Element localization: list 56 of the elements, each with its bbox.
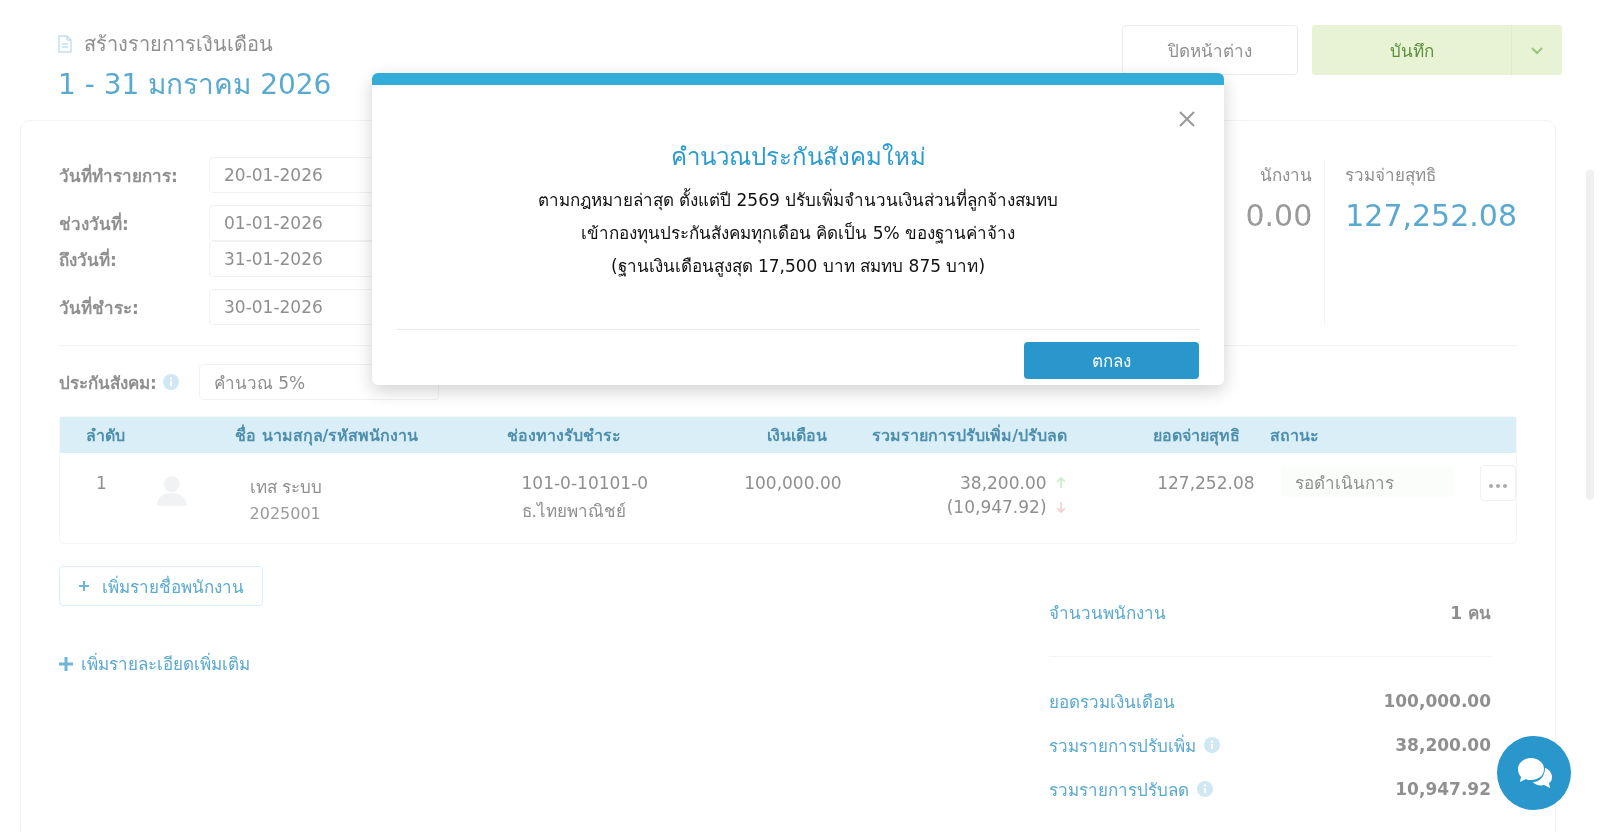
page-title: สร้างรายการเงินเดือน: [84, 31, 273, 58]
arrow-up-icon: [1054, 477, 1067, 489]
close-window-button[interactable]: ปิดหน้าต่าง: [1122, 25, 1298, 75]
employee-name: เทส ระบบ: [249, 476, 323, 499]
save-button[interactable]: บันทึก: [1312, 25, 1512, 75]
info-icon: [162, 374, 179, 390]
modal-title: คำนวณประกันสังคมใหม่: [669, 142, 927, 173]
table-cell-text: 1: [95, 473, 108, 493]
modal-text: เข้ากองทุนประกันสังคมทุกเดือน คิดเป็น 5% ของฐานค่าจ้าง: [580, 221, 1016, 246]
ellipsis-icon: [1489, 483, 1508, 488]
status-badge: รอดำเนินการ: [1280, 467, 1455, 497]
column-header: ชื่อ นามสกุล/รหัสพนักงาน: [235, 423, 420, 448]
modal-text: ตามกฎหมายล่าสุด ตั้งแต่ปี 2569 ปรับเพิ่มจำนวนเงินส่วนที่ลูกจ้างสมทบ: [537, 187, 1059, 213]
column-header: เงินเดือน: [766, 424, 827, 447]
payroll-period: 1 - 31 มกราคม 2026: [58, 67, 332, 103]
document-icon: [58, 35, 72, 53]
modal-text: (ฐานเงินเดือนสูงสุด 17,500 บาท สมทบ 875 บาท): [610, 255, 986, 279]
column-header: รวมรายการปรับเพิ่ม/ปรับลด: [871, 423, 1067, 447]
more-button[interactable]: [1480, 465, 1516, 501]
field-label: วันที่ทำรายการ:: [59, 163, 179, 188]
increase-amount: 38,200.00: [960, 473, 1047, 493]
table-cell-text: 100,000.00: [743, 473, 842, 493]
field-label: ช่วงวันที่:: [59, 211, 130, 236]
field-label: วันที่ชำระ:: [59, 295, 140, 320]
summary-value: 38,200.00: [1395, 735, 1491, 755]
summary-label: จำนวนพนักงาน: [1049, 601, 1166, 625]
field-label: ประกันสังคม:: [59, 371, 157, 395]
plus-icon: [59, 656, 73, 671]
column-header: ยอดจ่ายสุทธิ: [1152, 424, 1240, 448]
arrow-down-icon: [1054, 501, 1067, 513]
bank-name: ธ.ไทยพาณิชย์: [521, 500, 627, 523]
table-cell-text: 127,252.08: [1156, 473, 1255, 493]
info-icon: [1197, 781, 1213, 797]
column-header: ลำดับ: [85, 424, 126, 447]
stat-value: 127,252.08: [1345, 198, 1517, 233]
plus-icon: [78, 580, 90, 592]
employee-code: 2025001: [249, 504, 322, 523]
account-number: 101-0-10101-0: [521, 473, 650, 493]
summary-value: 10,947.92: [1395, 779, 1491, 799]
summary-value: 100,000.00: [1383, 691, 1491, 711]
column-header: ช่องทางรับชำระ: [507, 424, 622, 447]
summary-label: ยอดรวมเงินเดือน: [1049, 690, 1175, 714]
field-label: ถึงวันที่:: [59, 247, 118, 272]
stat-value: 0.00: [1245, 198, 1313, 233]
summary-label: รวมรายการปรับลด: [1049, 778, 1189, 802]
info-icon: [1204, 737, 1220, 753]
caret-icon: [1531, 46, 1543, 55]
stat-label: นักงาน: [1260, 164, 1313, 187]
summary-label: รวมรายการปรับเพิ่ม: [1049, 733, 1196, 758]
column-header: สถานะ: [1269, 424, 1320, 447]
add-details-link[interactable]: เพิ่มรายละเอียดเพิ่มเติม: [59, 650, 263, 677]
summary-value: 1 คน: [1450, 601, 1491, 625]
stat-label: รวมจ่ายสุทธิ: [1345, 164, 1438, 188]
ok-button[interactable]: ตกลง: [1024, 342, 1199, 379]
decrease-amount: (10,947.92): [946, 497, 1047, 517]
add-employee-button[interactable]: เพิ่มรายชื่อพนักงาน: [59, 566, 263, 606]
